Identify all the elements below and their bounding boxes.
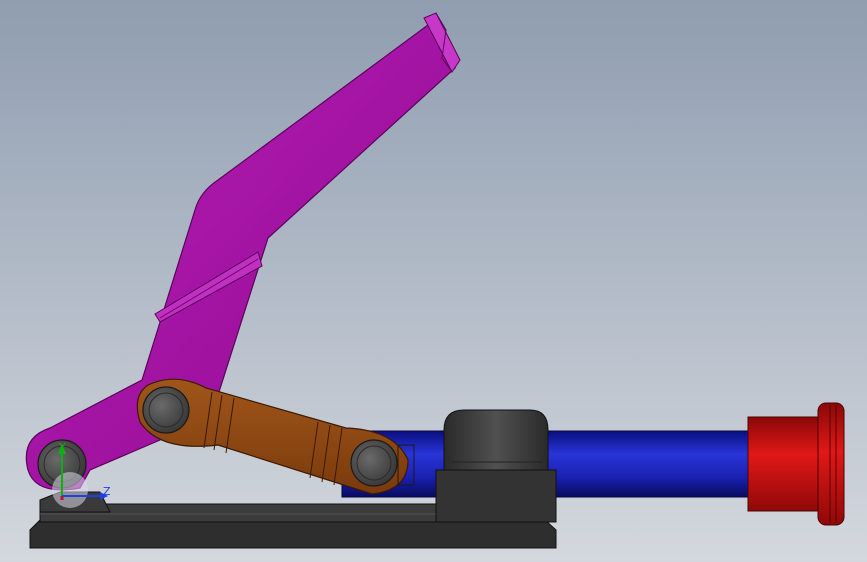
guide-block[interactable] (435, 409, 557, 523)
plunger-cap[interactable] (747, 402, 845, 526)
triad-y-label: Y (58, 441, 66, 454)
model-view-svg[interactable]: Y Z (0, 0, 867, 562)
triad-z-label: Z (103, 485, 111, 498)
cad-3d-viewport[interactable]: Y Z (0, 0, 867, 562)
triad-origin-glow (52, 472, 88, 508)
pivot-pin-handle-link[interactable] (142, 386, 190, 434)
